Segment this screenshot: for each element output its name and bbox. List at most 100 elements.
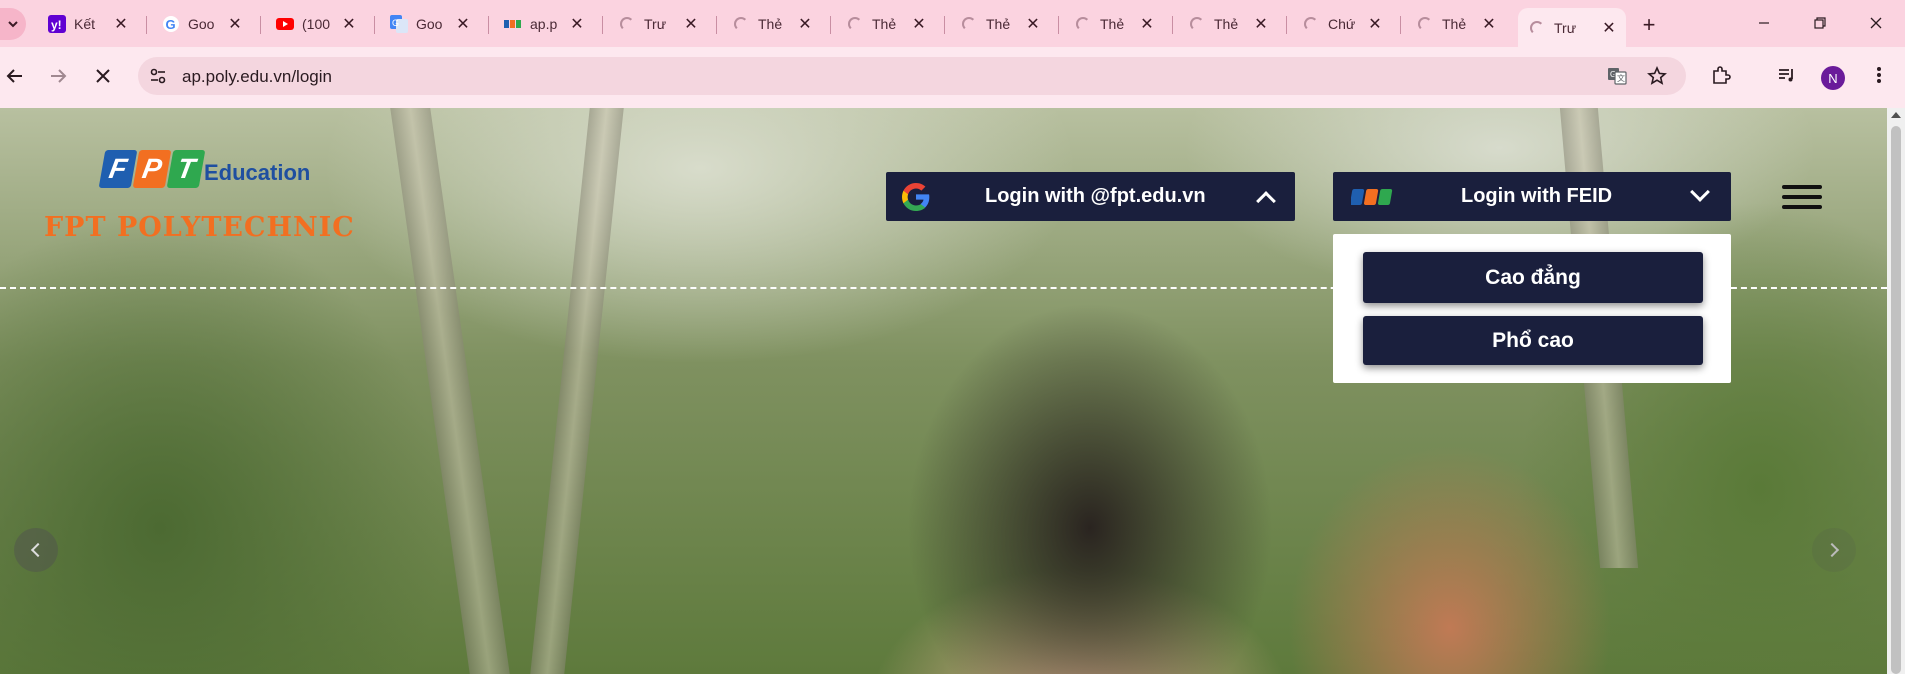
education-label: Education xyxy=(204,160,311,185)
tab-title: Trư xyxy=(644,16,667,32)
tab-separator xyxy=(1286,16,1287,34)
extensions-button[interactable] xyxy=(1708,62,1734,88)
tab-10[interactable]: Thẻ ✕ xyxy=(1064,8,1164,40)
scroll-up-arrow[interactable] xyxy=(1891,112,1901,118)
close-icon[interactable]: ✕ xyxy=(1600,19,1618,37)
stop-loading-button[interactable] xyxy=(88,61,118,91)
close-icon xyxy=(96,69,110,83)
tab-title: Goo xyxy=(416,16,443,32)
login-google-label: Login with @fpt.edu.vn xyxy=(985,185,1206,207)
chevron-right-icon xyxy=(1824,542,1840,558)
login-feid-label: Login with FEID xyxy=(1461,185,1613,207)
google-translate-icon: G xyxy=(390,15,408,33)
close-icon[interactable]: ✕ xyxy=(796,15,814,33)
address-url[interactable]: ap.poly.edu.vn/login xyxy=(182,67,332,87)
close-icon[interactable]: ✕ xyxy=(910,15,928,33)
tab-1[interactable]: y! Kết ✕ xyxy=(38,8,138,40)
close-icon[interactable]: ✕ xyxy=(226,15,244,33)
tab-12[interactable]: Chứ ✕ xyxy=(1292,8,1392,40)
tab-title: Thẻ xyxy=(1214,16,1239,32)
close-icon xyxy=(1870,17,1882,29)
browser-toolbar: ap.poly.edu.vn/login G文 N xyxy=(0,47,1905,108)
site-info-icon[interactable] xyxy=(148,66,168,86)
background-photo-tree xyxy=(530,108,624,674)
svg-text:G: G xyxy=(392,18,399,28)
cao-dang-button[interactable]: Cao đẳng xyxy=(1363,252,1703,303)
close-icon[interactable]: ✕ xyxy=(454,15,472,33)
login-feid-button[interactable]: Login with FEID xyxy=(1333,172,1731,221)
tab-14-active[interactable]: Trư ✕ xyxy=(1518,8,1626,47)
hamburger-menu-icon[interactable] xyxy=(1782,185,1822,211)
tab-separator xyxy=(830,16,831,34)
tab-separator xyxy=(944,16,945,34)
tab-separator xyxy=(374,16,375,34)
svg-text:G: G xyxy=(166,17,176,32)
fpt-letter-p: P xyxy=(132,150,172,188)
loading-spinner-icon xyxy=(1528,19,1546,37)
tab-title: ap.p xyxy=(530,16,558,32)
close-icon[interactable]: ✕ xyxy=(1138,15,1156,33)
chevron-left-icon xyxy=(30,542,46,558)
loading-spinner-icon xyxy=(1074,15,1092,33)
tab-5[interactable]: ap.p ✕ xyxy=(494,8,594,40)
tab-title: Trư xyxy=(1554,19,1577,36)
close-icon[interactable]: ✕ xyxy=(682,15,700,33)
address-bar[interactable]: ap.poly.edu.vn/login G文 xyxy=(138,57,1686,95)
tab-13[interactable]: Thẻ ✕ xyxy=(1406,8,1506,40)
tab-9[interactable]: Thẻ ✕ xyxy=(950,8,1050,40)
tab-separator xyxy=(1058,16,1059,34)
tab-search-button[interactable] xyxy=(0,8,26,40)
carousel-next-button[interactable] xyxy=(1812,528,1856,572)
browser-menu-button[interactable] xyxy=(1866,62,1892,88)
login-google-button[interactable]: Login with @fpt.edu.vn xyxy=(886,172,1295,221)
puzzle-icon xyxy=(1713,66,1731,84)
tab-2[interactable]: G Goo ✕ xyxy=(152,8,252,40)
media-controls-button[interactable] xyxy=(1774,62,1800,88)
close-icon[interactable]: ✕ xyxy=(1024,15,1042,33)
minimize-button[interactable] xyxy=(1736,6,1792,40)
tab-title: Thẻ xyxy=(1442,16,1467,32)
fpt-icon xyxy=(504,15,522,33)
minimize-icon xyxy=(1759,22,1769,24)
restore-icon xyxy=(1814,17,1826,29)
tab-8[interactable]: Thẻ ✕ xyxy=(836,8,936,40)
close-window-button[interactable] xyxy=(1848,6,1904,40)
new-tab-button[interactable]: + xyxy=(1636,12,1662,38)
tab-7[interactable]: Thẻ ✕ xyxy=(722,8,822,40)
more-vertical-icon xyxy=(1877,67,1881,83)
tab-strip: y! Kết ✕ G Goo ✕ (100 ✕ G Goo ✕ ap.p ✕ T… xyxy=(0,0,1905,47)
translate-icon[interactable]: G文 xyxy=(1606,65,1628,87)
yahoo-icon: y! xyxy=(48,15,66,33)
tab-title: Thẻ xyxy=(758,16,783,32)
feid-dropdown-menu: Cao đẳng Phổ cao xyxy=(1333,234,1731,383)
playlist-icon xyxy=(1779,69,1793,82)
close-icon[interactable]: ✕ xyxy=(568,15,586,33)
tab-3[interactable]: (100 ✕ xyxy=(266,8,366,40)
bookmark-star-icon[interactable] xyxy=(1646,65,1668,87)
restore-button[interactable] xyxy=(1792,6,1848,40)
loading-spinner-icon xyxy=(618,15,636,33)
forward-button[interactable] xyxy=(43,61,73,91)
close-icon[interactable]: ✕ xyxy=(1480,15,1498,33)
arrow-right-icon xyxy=(51,69,67,83)
loading-spinner-icon xyxy=(846,15,864,33)
tab-4[interactable]: G Goo ✕ xyxy=(380,8,480,40)
scroll-thumb[interactable] xyxy=(1891,126,1901,674)
fpt-polytechnic-logo[interactable]: F P T Education FPT POLYTECHNIC xyxy=(44,150,364,250)
tab-11[interactable]: Thẻ ✕ xyxy=(1178,8,1278,40)
close-icon[interactable]: ✕ xyxy=(112,15,130,33)
back-button[interactable] xyxy=(0,61,30,91)
fpt-letter-f: F xyxy=(98,150,138,188)
close-icon[interactable]: ✕ xyxy=(1252,15,1270,33)
loading-spinner-icon xyxy=(960,15,978,33)
carousel-prev-button[interactable] xyxy=(14,528,58,572)
page-scrollbar[interactable] xyxy=(1887,108,1905,674)
loading-spinner-icon xyxy=(732,15,750,33)
pho-cao-button[interactable]: Phổ cao xyxy=(1363,316,1703,365)
chevron-down-icon xyxy=(8,21,18,28)
close-icon[interactable]: ✕ xyxy=(1366,15,1384,33)
profile-avatar[interactable]: N xyxy=(1821,66,1845,90)
tab-6[interactable]: Trư ✕ xyxy=(608,8,708,40)
tab-separator xyxy=(1400,16,1401,34)
close-icon[interactable]: ✕ xyxy=(340,15,358,33)
